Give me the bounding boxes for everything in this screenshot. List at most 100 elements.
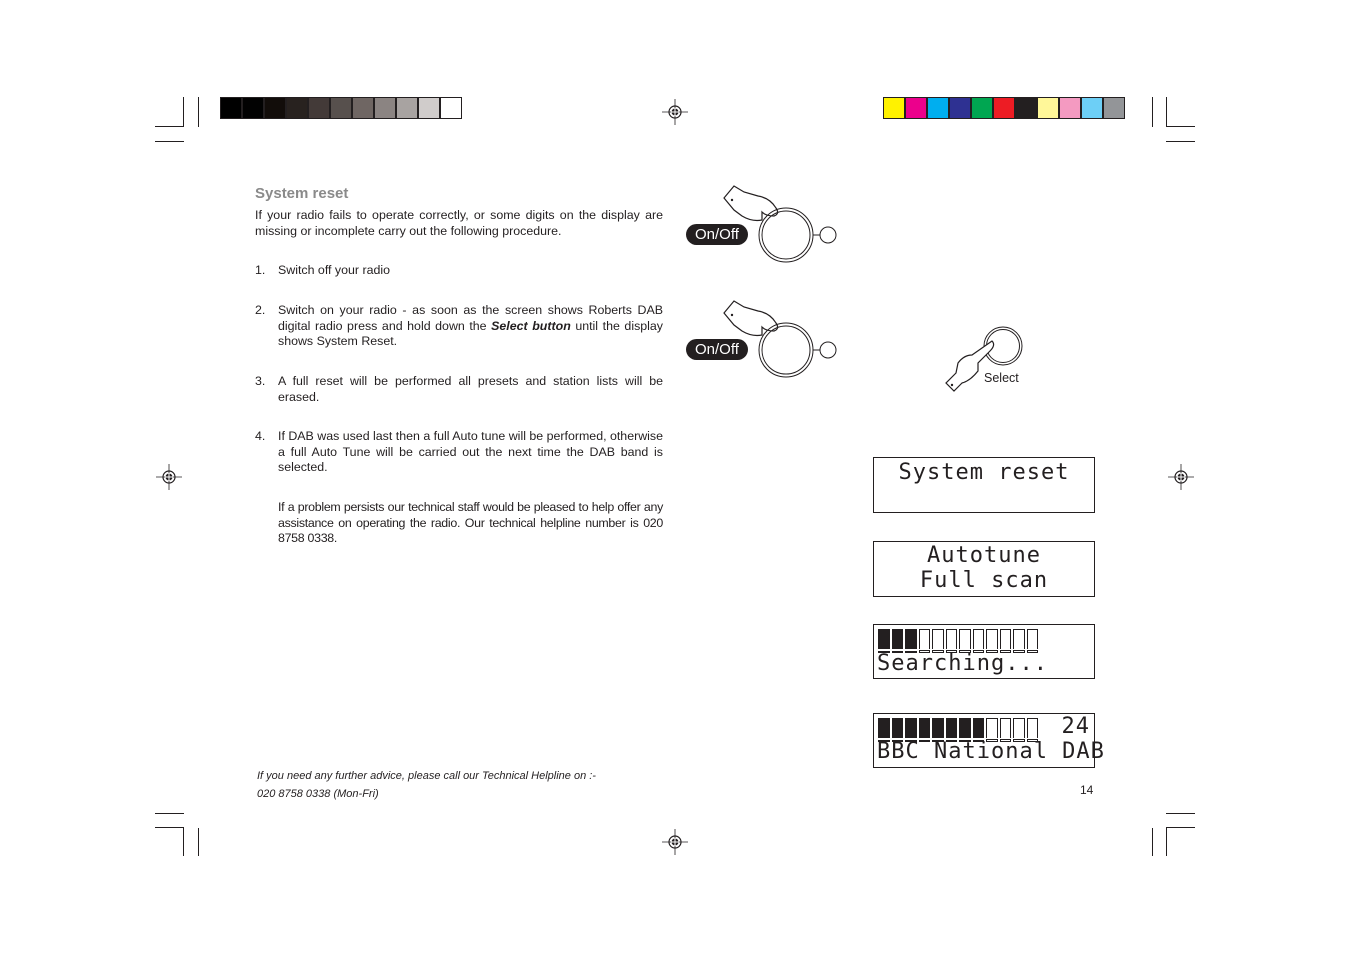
progress-segment: [986, 629, 998, 653]
color-swatch: [994, 98, 1014, 118]
crop-mark: [1152, 97, 1153, 127]
progress-segment: [891, 718, 903, 742]
page-number: 14: [1080, 783, 1094, 797]
crop-mark: [183, 97, 184, 127]
progress-segment: [905, 629, 917, 653]
power-knob-icon: [758, 207, 837, 263]
color-swatch: [287, 98, 307, 118]
color-swatch: [353, 98, 373, 118]
color-swatch: [1082, 98, 1102, 118]
color-swatch: [331, 98, 351, 118]
crop-mark: [1166, 141, 1195, 142]
color-swatch: [972, 98, 992, 118]
intro-paragraph: If your radio fails to operate correctly…: [255, 208, 663, 238]
color-swatch: [243, 98, 263, 118]
lcd-display-autotune: Autotune Full scan: [873, 541, 1095, 597]
power-knob-icon: [758, 322, 837, 378]
crop-mark: [1166, 97, 1167, 127]
color-swatch: [906, 98, 926, 118]
crop-mark: [1166, 126, 1195, 127]
lcd-display-station: 24 BBC National DAB: [873, 713, 1104, 768]
progress-segment: [972, 718, 984, 742]
onoff-button-label: On/Off: [686, 224, 748, 245]
crop-mark: [1166, 827, 1167, 856]
progress-segment: [891, 629, 903, 653]
color-swatch: [221, 98, 241, 118]
step-number: 3.: [255, 374, 266, 388]
progress-segment: [945, 629, 957, 653]
progress-segment: [999, 629, 1011, 653]
onoff-illustration: On/Off: [686, 299, 841, 379]
select-button-emphasis: Select button: [491, 318, 571, 333]
progress-segment: [918, 629, 930, 653]
signal-progress-bar: [878, 629, 1038, 653]
progress-segment: [945, 718, 957, 742]
select-illustration: Select: [944, 325, 1034, 393]
progress-segment: [932, 718, 944, 742]
step-number: 2.: [255, 303, 266, 317]
progress-segment: [986, 718, 998, 742]
step-text: Switch on your radio - as soon as the sc…: [278, 303, 663, 350]
lcd-display-searching: Searching...: [873, 624, 1095, 679]
footer-phone: 020 8758 0338 (Mon-Fri): [257, 788, 379, 800]
step-text: Switch off your radio: [278, 263, 391, 277]
color-swatch: [265, 98, 285, 118]
process-color-bar: [883, 97, 1125, 119]
crop-mark: [155, 827, 184, 828]
onoff-illustration: On/Off: [686, 184, 841, 264]
lcd-line-2: Searching...: [877, 651, 1048, 676]
select-button-label: Select: [984, 371, 1019, 385]
color-swatch: [950, 98, 970, 118]
lcd-line-2: BBC National DAB: [877, 739, 1105, 764]
color-swatch: [1104, 98, 1124, 118]
note-paragraph: If a problem persists our technical staf…: [278, 500, 663, 545]
step-number: 1.: [255, 263, 266, 277]
progress-segment: [1013, 718, 1025, 742]
color-swatch: [441, 98, 461, 118]
progress-segment: [1013, 629, 1025, 653]
crop-mark: [1166, 827, 1195, 828]
color-swatch: [397, 98, 417, 118]
registration-mark-icon: [662, 829, 688, 855]
progress-segment: [972, 629, 984, 653]
step-number: 4.: [255, 429, 266, 443]
progress-segment: [999, 718, 1011, 742]
registration-mark-icon: [662, 99, 688, 125]
progress-segment: [918, 718, 930, 742]
crop-mark: [155, 141, 184, 142]
crop-mark: [198, 97, 199, 127]
registration-mark-icon: [156, 464, 182, 490]
progress-segment: [878, 718, 890, 742]
crop-mark: [198, 828, 199, 856]
crop-mark: [183, 827, 184, 856]
lcd-line-1: Autotune: [927, 543, 1041, 568]
step-text: If DAB was used last then a full Auto tu…: [278, 429, 663, 474]
progress-segment: [878, 629, 890, 653]
crop-mark: [155, 813, 184, 814]
crop-mark: [155, 126, 184, 127]
color-swatch: [1016, 98, 1036, 118]
color-swatch: [419, 98, 439, 118]
color-swatch: [884, 98, 904, 118]
section-heading: System reset: [255, 185, 349, 202]
footer-advice: If you need any further advice, please c…: [257, 770, 596, 782]
progress-segment: [959, 718, 971, 742]
step-text: A full reset will be performed all prese…: [278, 374, 663, 404]
crop-mark: [1166, 813, 1195, 814]
registration-mark-icon: [1168, 464, 1194, 490]
grayscale-color-bar: [220, 97, 462, 119]
color-swatch: [1060, 98, 1080, 118]
onoff-button-label: On/Off: [686, 339, 748, 360]
color-swatch: [928, 98, 948, 118]
lcd-line-2: Full scan: [919, 568, 1049, 593]
progress-segment: [932, 629, 944, 653]
color-swatch: [309, 98, 329, 118]
progress-segment: [959, 629, 971, 653]
color-swatch: [1038, 98, 1058, 118]
crop-mark: [1152, 828, 1153, 856]
station-count: 24: [1061, 714, 1090, 739]
lcd-line-1: System reset: [898, 460, 1070, 485]
color-swatch: [375, 98, 395, 118]
progress-segment: [1026, 718, 1038, 742]
progress-segment: [1026, 629, 1038, 653]
